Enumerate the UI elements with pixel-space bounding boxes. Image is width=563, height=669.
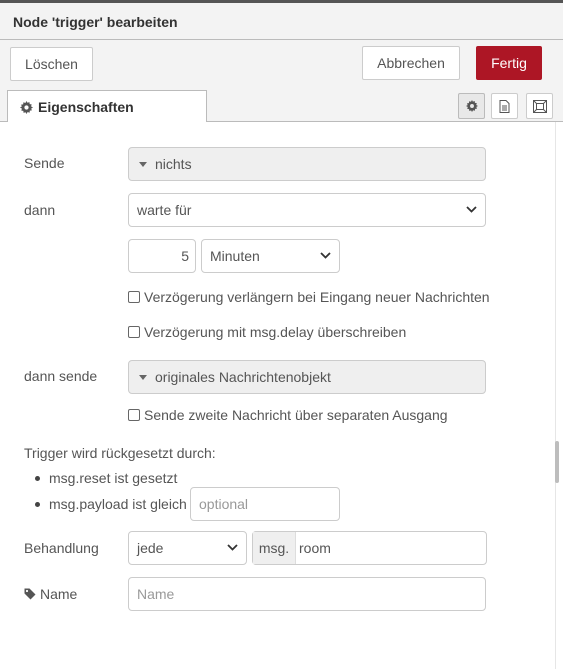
- gear-icon: [465, 100, 478, 112]
- tab-properties[interactable]: Eigenschaften: [7, 90, 207, 123]
- name-label-group: Name: [24, 586, 77, 602]
- then-send-select[interactable]: originales Nachrichtenobjekt: [128, 360, 486, 394]
- delete-button[interactable]: Löschen: [10, 47, 93, 81]
- caret-down-icon: [139, 374, 147, 380]
- tray-title: Node 'trigger' bearbeiten: [13, 14, 178, 30]
- name-label: Name: [40, 586, 78, 602]
- chevron-down-icon: [227, 544, 238, 551]
- reset-payload-input[interactable]: optional: [190, 487, 340, 521]
- name-placeholder: Name: [137, 586, 175, 602]
- override-delay-label: Verzögerung mit msg.delay überschreiben: [144, 324, 407, 340]
- second-output-label: Sende zweite Nachricht über separaten Au…: [144, 407, 448, 423]
- send-type-select[interactable]: nichts: [128, 147, 486, 181]
- msg-property-value: room: [299, 540, 331, 556]
- then-label: dann: [24, 202, 56, 218]
- then-send-label: dann sende: [24, 368, 98, 384]
- name-input[interactable]: Name: [128, 577, 486, 611]
- gear-icon: [20, 100, 33, 114]
- checkbox-box[interactable]: [128, 326, 140, 338]
- caret-down-icon: [139, 161, 147, 167]
- reset-heading: Trigger wird rückgesetzt durch:: [24, 445, 216, 461]
- handling-label: Behandlung: [24, 540, 99, 556]
- tab-label: Eigenschaften: [38, 99, 134, 115]
- panel-edge: [555, 122, 556, 669]
- properties-tab-button[interactable]: [458, 93, 485, 119]
- delay-unit-value: Minuten: [210, 248, 260, 264]
- send-label: Sende: [24, 155, 65, 171]
- delay-unit-select[interactable]: Minuten: [201, 239, 340, 273]
- extend-delay-label: Verzögerung verlängern bei Eingang neuer…: [144, 289, 490, 305]
- reset-payload-placeholder: optional: [199, 496, 249, 512]
- tag-icon: [24, 588, 36, 600]
- second-output-checkbox[interactable]: Sende zweite Nachricht über separaten Au…: [128, 407, 448, 423]
- handling-value: jede: [137, 540, 164, 556]
- button-bar: Löschen Abbrechen Fertig: [0, 40, 563, 86]
- tab-bar: Eigenschaften: [0, 86, 563, 123]
- handling-select[interactable]: jede: [128, 531, 247, 565]
- done-button[interactable]: Fertig: [476, 46, 542, 80]
- cancel-button[interactable]: Abbrechen: [362, 46, 460, 80]
- then-send-value: originales Nachrichtenobjekt: [155, 369, 331, 385]
- delay-amount-value: 5: [181, 248, 189, 264]
- reset-item-2: msg.payload ist gleich: [49, 496, 187, 512]
- document-icon: [499, 99, 510, 113]
- msg-property-input[interactable]: msg. room: [252, 531, 487, 565]
- then-mode-select[interactable]: warte für: [128, 193, 486, 227]
- override-delay-checkbox[interactable]: Verzögerung mit msg.delay überschreiben: [128, 324, 406, 340]
- msg-prefix[interactable]: msg.: [253, 532, 296, 564]
- tray-header: Node 'trigger' bearbeiten: [0, 3, 563, 40]
- appearance-tab-button[interactable]: [526, 93, 553, 119]
- checkbox-box[interactable]: [128, 409, 140, 421]
- then-mode-value: warte für: [137, 202, 192, 218]
- bullet-icon: [35, 476, 40, 481]
- chevron-down-icon: [320, 252, 331, 259]
- description-tab-button[interactable]: [491, 93, 518, 119]
- extend-delay-checkbox[interactable]: Verzögerung verlängern bei Eingang neuer…: [128, 289, 490, 305]
- chevron-down-icon: [466, 206, 477, 213]
- checkbox-box[interactable]: [128, 291, 140, 303]
- scrollbar[interactable]: [555, 441, 559, 483]
- delay-amount-input[interactable]: 5: [128, 239, 196, 273]
- send-type-value: nichts: [155, 156, 192, 172]
- reset-item-1: msg.reset ist gesetzt: [49, 470, 178, 486]
- frame-icon: [532, 99, 547, 113]
- bullet-icon: [35, 502, 40, 507]
